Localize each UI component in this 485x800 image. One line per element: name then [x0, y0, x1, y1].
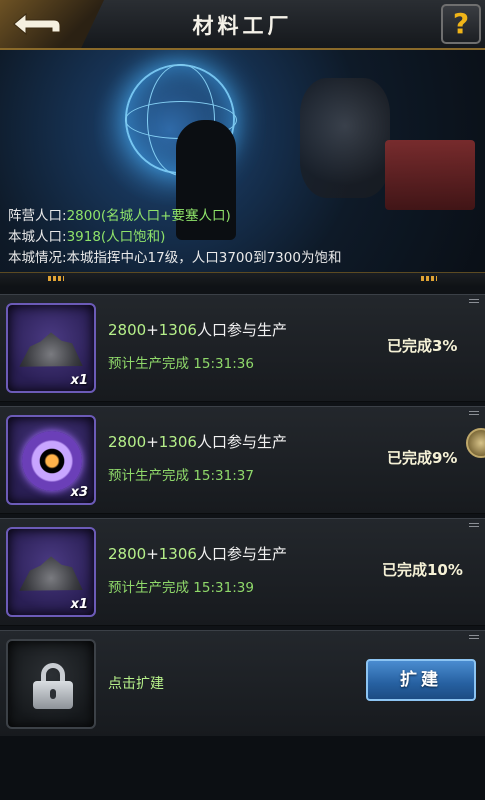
lock-icon	[33, 663, 73, 709]
population-text: 2800+1306人口参与生产	[108, 433, 287, 451]
locked-slot[interactable]: 点击扩建 扩建	[0, 630, 485, 738]
city-status-line: 本城情况:本城指挥中心17级，人口3700到7300为饱和	[8, 250, 342, 266]
item-quantity: x1	[70, 373, 88, 388]
population-text: 2800+1306人口参与生产	[108, 545, 287, 563]
item-icon-box[interactable]: x1	[6, 303, 96, 393]
divider-ornament-left	[48, 276, 64, 281]
help-button[interactable]: ?	[441, 4, 481, 44]
menu-icon[interactable]	[469, 523, 479, 527]
item-quantity: x3	[70, 485, 88, 500]
progress-status: 已完成9%	[387, 449, 458, 467]
locked-icon-box[interactable]	[6, 639, 96, 729]
robot-figure	[300, 78, 390, 198]
city-population-line: 本城人口:3918(人口饱和)	[8, 229, 166, 245]
item-icon-box[interactable]: x3	[6, 415, 96, 505]
progress-status: 已完成10%	[382, 561, 463, 579]
expand-button[interactable]: 扩建	[366, 659, 476, 701]
population-info: 阵营人口:2800(名城人口+要塞人口) 本城人口:3918(人口饱和) 本城情…	[8, 206, 341, 269]
menu-icon[interactable]	[469, 411, 479, 415]
divider-ornament-right	[421, 276, 437, 281]
toolbox-figure	[385, 140, 475, 210]
factory-banner: 阵营人口:2800(名城人口+要塞人口) 本城人口:3918(人口饱和) 本城情…	[0, 50, 485, 278]
eta-text: 预计生产完成 15:31:37	[108, 468, 254, 484]
population-text: 2800+1306人口参与生产	[108, 321, 287, 339]
expand-hint[interactable]: 点击扩建	[108, 673, 164, 693]
menu-icon[interactable]	[469, 299, 479, 303]
production-slot[interactable]: x3 2800+1306人口参与生产 预计生产完成 15:31:37 已完成9%	[0, 406, 485, 514]
production-slot[interactable]: x1 2800+1306人口参与生产 预计生产完成 15:31:36 已完成3%	[0, 294, 485, 402]
ore-icon	[19, 556, 83, 591]
item-quantity: x1	[70, 597, 88, 612]
progress-status: 已完成3%	[387, 337, 458, 355]
top-bar: 材料工厂 ?	[0, 0, 485, 50]
ore-icon	[19, 332, 83, 367]
eta-text: 预计生产完成 15:31:39	[108, 580, 254, 596]
eta-text: 预计生产完成 15:31:36	[108, 356, 254, 372]
footer-area	[0, 736, 485, 800]
page-title: 材料工厂	[192, 14, 293, 38]
production-slot[interactable]: x1 2800+1306人口参与生产 预计生产完成 15:31:39 已完成10…	[0, 518, 485, 626]
item-icon-box[interactable]: x1	[6, 527, 96, 617]
camp-population-line: 阵营人口:2800(名城人口+要塞人口)	[8, 208, 231, 224]
core-component-icon	[22, 431, 82, 491]
banner-divider	[0, 272, 485, 286]
menu-icon[interactable]	[469, 635, 479, 639]
